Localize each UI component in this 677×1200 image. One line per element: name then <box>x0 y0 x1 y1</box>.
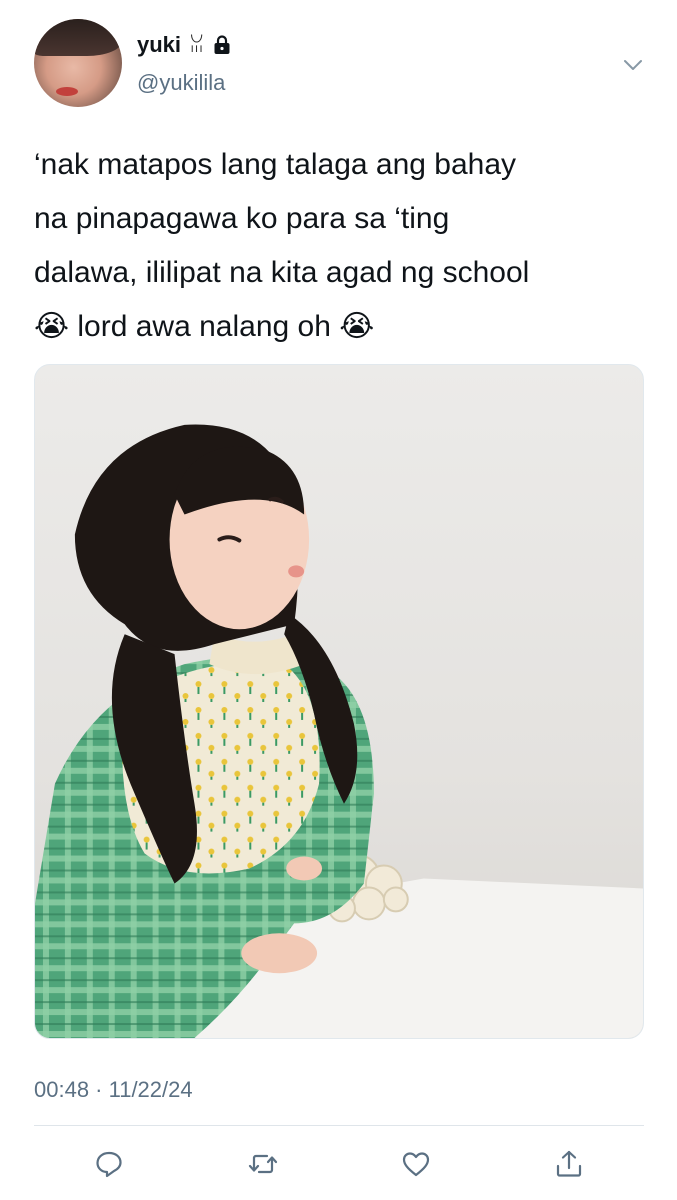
tweet-timestamp[interactable]: 00:48 · 11/22/24 <box>34 1077 193 1103</box>
author-name-row[interactable]: yuki ꈍ <box>137 31 231 58</box>
share-icon <box>556 1150 582 1177</box>
name-decoration: ꈍ <box>189 35 205 57</box>
tweet-card: yuki ꈍ @yukilila ‘nak matapos lang talag… <box>0 0 677 1200</box>
heart-icon <box>402 1152 430 1177</box>
avatar[interactable] <box>34 19 122 107</box>
tweet-text: ‘nak matapos lang talaga ang bahay na pi… <box>34 148 530 343</box>
reply-icon <box>96 1151 122 1178</box>
tweet-photo[interactable] <box>34 364 644 1039</box>
lock-icon <box>214 34 230 54</box>
retweet-icon <box>248 1154 278 1174</box>
reply-button[interactable] <box>91 1146 127 1182</box>
retweet-button[interactable] <box>245 1146 281 1182</box>
like-button[interactable] <box>398 1146 434 1182</box>
divider <box>34 1125 644 1126</box>
chevron-down-icon[interactable] <box>622 54 644 76</box>
share-button[interactable] <box>551 1146 587 1182</box>
display-name[interactable]: yuki <box>137 32 181 58</box>
user-handle[interactable]: @yukilila <box>137 70 225 96</box>
action-bar <box>0 1140 677 1190</box>
photo-illustration <box>35 424 643 1038</box>
